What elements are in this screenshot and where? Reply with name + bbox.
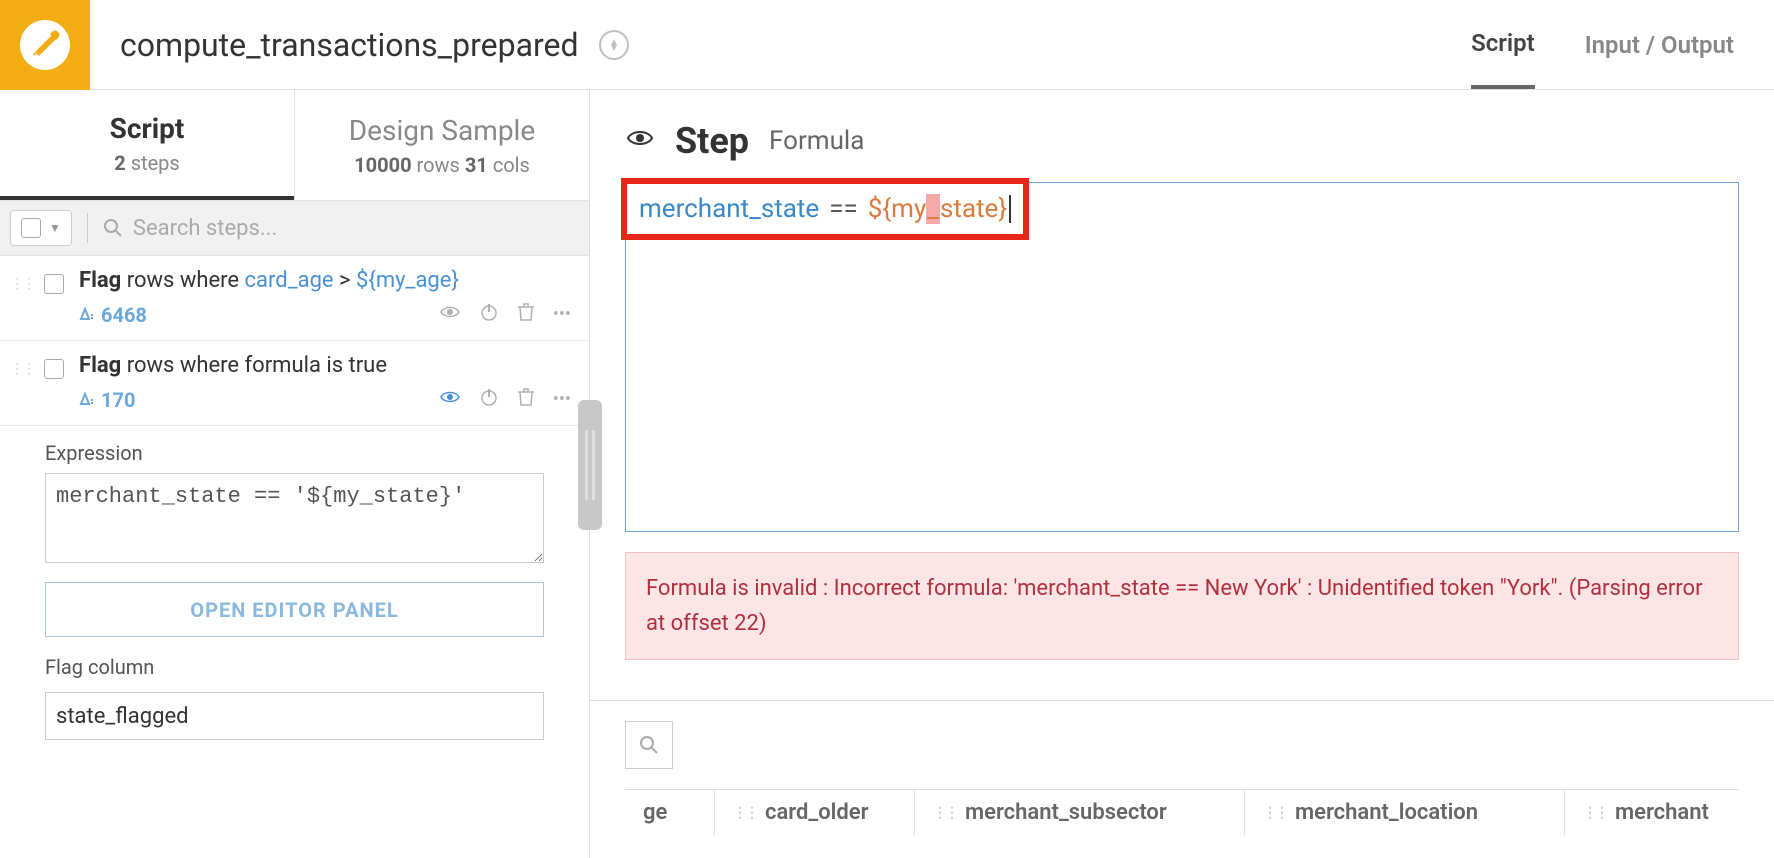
step-details: Expression OPEN EDITOR PANEL Flag column bbox=[0, 426, 589, 760]
power-icon[interactable] bbox=[479, 302, 499, 327]
step-item-1[interactable]: ⋮⋮ Flag rows where card_age > ${my_age} … bbox=[0, 256, 589, 341]
step-subtitle: Formula bbox=[769, 126, 864, 156]
eye-icon[interactable] bbox=[439, 301, 461, 328]
expression-textarea[interactable] bbox=[45, 473, 544, 563]
right-panel: Step Formula merchant_state == ${my_stat… bbox=[590, 90, 1774, 858]
step-header: Step Formula bbox=[590, 90, 1774, 182]
expression-label: Expression bbox=[45, 441, 544, 465]
tab-script[interactable]: Script bbox=[1471, 0, 1535, 89]
column-header[interactable]: ⋮⋮merchant_subsector bbox=[915, 790, 1245, 835]
open-editor-button[interactable]: OPEN EDITOR PANEL bbox=[45, 582, 544, 637]
error-message: Formula is invalid : Incorrect formula: … bbox=[625, 552, 1739, 660]
trash-icon[interactable] bbox=[517, 387, 535, 412]
drag-handle-icon[interactable]: ⋮⋮ bbox=[10, 276, 34, 292]
panel-resize-handle[interactable] bbox=[578, 400, 602, 530]
column-header[interactable]: ⋮⋮card_older bbox=[715, 790, 915, 835]
drag-handle-icon[interactable]: ⋮⋮ bbox=[10, 361, 34, 377]
step-title: Step bbox=[675, 120, 749, 162]
step-checkbox[interactable] bbox=[44, 274, 64, 294]
recipe-icon[interactable] bbox=[0, 0, 90, 90]
step-description: Flag rows where formula is true bbox=[79, 353, 571, 378]
caret-down-icon: ▼ bbox=[49, 221, 61, 235]
formula-editor[interactable]: merchant_state == ${my_state} bbox=[625, 182, 1739, 532]
step-row-count[interactable]: 170 bbox=[79, 388, 135, 412]
column-header[interactable]: ⋮⋮merchant_location bbox=[1245, 790, 1565, 835]
select-all-checkbox[interactable] bbox=[21, 218, 41, 238]
left-tab-script[interactable]: Script 2 steps bbox=[0, 90, 294, 200]
left-tabs: Script 2 steps Design Sample 10000 rows … bbox=[0, 90, 589, 200]
select-all-dropdown[interactable]: ▼ bbox=[10, 210, 72, 246]
header: compute_transactions_prepared Script Inp… bbox=[0, 0, 1774, 90]
column-search-button[interactable] bbox=[625, 721, 673, 769]
step-checkbox[interactable] bbox=[44, 359, 64, 379]
tab-input-output[interactable]: Input / Output bbox=[1585, 0, 1734, 89]
left-tab-design-sub: 10000 rows 31 cols bbox=[354, 153, 530, 177]
eye-icon[interactable] bbox=[439, 386, 461, 413]
eye-icon[interactable] bbox=[625, 123, 655, 160]
content: Script 2 steps Design Sample 10000 rows … bbox=[0, 90, 1774, 858]
page-title: compute_transactions_prepared bbox=[120, 26, 579, 64]
text-cursor bbox=[1009, 195, 1011, 223]
search-input[interactable] bbox=[133, 216, 589, 241]
flag-column-input[interactable] bbox=[45, 692, 544, 740]
search-icon bbox=[103, 218, 123, 238]
step-description: Flag rows where card_age > ${my_age} bbox=[79, 268, 571, 293]
left-tab-design[interactable]: Design Sample 10000 rows 31 cols bbox=[295, 90, 589, 200]
search-row: ▼ bbox=[0, 200, 589, 256]
column-header[interactable]: ge bbox=[625, 790, 715, 835]
step-row-count[interactable]: 6468 bbox=[79, 303, 147, 327]
left-tab-script-title: Script bbox=[110, 112, 185, 145]
left-tab-design-title: Design Sample bbox=[349, 114, 535, 147]
column-header[interactable]: ⋮⋮merchant bbox=[1565, 790, 1739, 835]
flag-column-label: Flag column bbox=[45, 655, 544, 679]
more-icon[interactable]: ••• bbox=[553, 304, 571, 325]
more-icon[interactable]: ••• bbox=[553, 389, 571, 410]
header-tabs: Script Input / Output bbox=[1471, 0, 1774, 89]
compass-icon[interactable] bbox=[599, 30, 629, 60]
step-item-2[interactable]: ⋮⋮ Flag rows where formula is true 170 •… bbox=[0, 341, 589, 426]
data-preview: ge ⋮⋮card_older ⋮⋮merchant_subsector ⋮⋮m… bbox=[590, 700, 1774, 835]
columns-header: ge ⋮⋮card_older ⋮⋮merchant_subsector ⋮⋮m… bbox=[625, 789, 1739, 835]
power-icon[interactable] bbox=[479, 387, 499, 412]
left-panel: Script 2 steps Design Sample 10000 rows … bbox=[0, 90, 590, 858]
left-tab-script-sub: 2 steps bbox=[114, 151, 179, 175]
trash-icon[interactable] bbox=[517, 302, 535, 327]
formula-text: merchant_state == ${my_state} bbox=[621, 178, 1029, 240]
